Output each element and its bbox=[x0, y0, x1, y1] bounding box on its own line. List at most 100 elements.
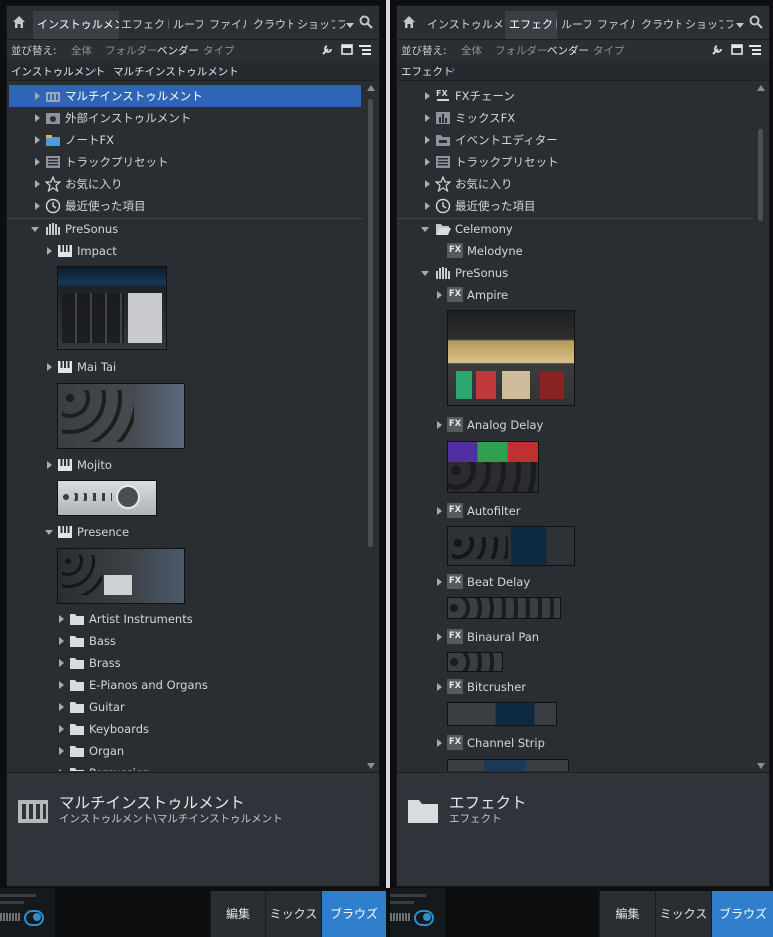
wrench-icon[interactable] bbox=[711, 44, 723, 55]
breadcrumb-chevron-icon: › bbox=[451, 64, 456, 76]
edit-button[interactable]: 編集 bbox=[599, 891, 655, 937]
fx-chain-icon: FX bbox=[436, 89, 449, 101]
plugin-thumbnail-beat-delay[interactable] bbox=[447, 597, 561, 619]
scrollbar[interactable] bbox=[754, 81, 767, 773]
plugin-thumbnail-mojito[interactable] bbox=[57, 480, 157, 516]
multi-instrument-icon bbox=[46, 92, 60, 102]
search-icon[interactable] bbox=[749, 15, 763, 29]
toggle-switch[interactable] bbox=[24, 910, 44, 926]
scroll-down-icon[interactable] bbox=[757, 763, 765, 769]
info-path: インストゥルメント\マルチインストゥルメント bbox=[59, 813, 283, 825]
scrollbar[interactable] bbox=[364, 81, 377, 773]
meter-bar bbox=[390, 894, 426, 897]
list-item-multi-instruments[interactable]: マルチインストゥルメント bbox=[9, 85, 361, 107]
sort-vendor[interactable]: ベンダー bbox=[157, 43, 199, 58]
star-icon bbox=[45, 176, 61, 192]
folder-open-icon bbox=[436, 224, 451, 235]
list-view-icon[interactable] bbox=[749, 44, 761, 55]
level-ticks-icon bbox=[0, 913, 20, 921]
breadcrumb-item-effects[interactable]: エフェクト bbox=[401, 64, 454, 79]
scroll-up-icon[interactable] bbox=[757, 85, 765, 91]
browse-button[interactable]: ブラウズ bbox=[711, 891, 773, 937]
tab-loops[interactable]: ループ bbox=[561, 11, 591, 39]
browse-button[interactable]: ブラウズ bbox=[321, 891, 386, 937]
tab-loops[interactable]: ループ bbox=[173, 11, 203, 39]
tab-overflow[interactable]: フ bbox=[337, 11, 345, 39]
plugin-thumbnail-analog-delay[interactable] bbox=[447, 441, 539, 493]
breadcrumb: インストゥルメント › マルチインストゥルメント › bbox=[7, 61, 379, 81]
performance-meter[interactable] bbox=[0, 888, 55, 937]
toggle-switch[interactable] bbox=[414, 910, 434, 926]
fx-icon: FX bbox=[447, 417, 463, 432]
track-preset-icon bbox=[46, 156, 60, 168]
fx-icon: FX bbox=[447, 574, 463, 589]
event-editor-icon bbox=[436, 135, 450, 146]
plugin-thumbnail-channel-strip[interactable] bbox=[447, 759, 569, 771]
plugin-thumbnail-impact[interactable] bbox=[57, 266, 167, 350]
folder-icon bbox=[70, 680, 84, 691]
browser-list: FX FXチェーン ミックスFX イベントエディター トラックプリセット お気に… bbox=[397, 81, 753, 771]
plugin-thumbnail-bitcrusher[interactable] bbox=[447, 702, 557, 726]
tab-cloud[interactable]: クラウド bbox=[253, 11, 293, 39]
scroll-down-icon[interactable] bbox=[367, 763, 375, 769]
multi-instrument-icon bbox=[18, 800, 48, 823]
tab-instruments[interactable]: インストゥルメント bbox=[33, 11, 119, 39]
scroll-up-icon[interactable] bbox=[367, 85, 375, 91]
plugin-thumbnail-presence[interactable] bbox=[57, 548, 185, 604]
scroll-thumb[interactable] bbox=[368, 99, 373, 547]
plugin-thumbnail-autofilter[interactable] bbox=[447, 526, 575, 566]
meter-bar bbox=[0, 901, 24, 904]
plugin-thumbnail-ampire[interactable] bbox=[447, 310, 575, 406]
window-icon[interactable] bbox=[731, 44, 743, 55]
sort-all[interactable]: 全体 bbox=[71, 43, 92, 58]
info-pane: マルチインストゥルメント インストゥルメント\マルチインストゥルメント bbox=[7, 772, 379, 886]
tab-overflow[interactable]: フ bbox=[725, 11, 733, 39]
fx-icon: FX bbox=[447, 679, 463, 694]
scroll-thumb[interactable] bbox=[758, 129, 763, 221]
sort-all[interactable]: 全体 bbox=[461, 43, 482, 58]
tab-effects[interactable]: エフェクト bbox=[121, 11, 169, 39]
tab-cloud[interactable]: クラウド bbox=[641, 11, 681, 39]
keyboard-icon bbox=[58, 526, 72, 538]
sort-folder[interactable]: フォルダー bbox=[495, 43, 548, 58]
browser-tab-bar: インストゥルメント エフェクト ループ ファイル クラウド ショップ フ bbox=[397, 6, 769, 40]
edit-button[interactable]: 編集 bbox=[210, 891, 265, 937]
mix-button[interactable]: ミックス bbox=[265, 891, 321, 937]
meter-bar bbox=[390, 901, 414, 904]
plugin-thumbnail-mai-tai[interactable] bbox=[57, 383, 185, 449]
tab-instruments[interactable]: インストゥルメント bbox=[427, 11, 505, 39]
folder-icon bbox=[70, 746, 84, 757]
browser-panel-instruments: インストゥルメント エフェクト ループ ファイル クラウド ショップ フ 並び替… bbox=[6, 5, 380, 887]
plugin-thumbnail-binaural-pan[interactable] bbox=[447, 652, 503, 672]
list-view-icon[interactable] bbox=[359, 44, 371, 55]
sort-vendor[interactable]: ベンダー bbox=[547, 43, 589, 58]
tab-dropdown-icon[interactable] bbox=[346, 23, 354, 28]
tab-effects[interactable]: エフェクト bbox=[505, 11, 557, 39]
home-icon[interactable] bbox=[11, 14, 27, 30]
tab-shop[interactable]: ショップ bbox=[297, 11, 335, 39]
tab-shop[interactable]: ショップ bbox=[685, 11, 723, 39]
performance-meter[interactable] bbox=[390, 888, 445, 937]
sort-type[interactable]: タイプ bbox=[203, 43, 235, 58]
bottom-bar: 編集 ミックス ブラウズ 編集 ミックス ブラウズ bbox=[0, 888, 773, 937]
search-icon[interactable] bbox=[359, 15, 373, 29]
window-icon[interactable] bbox=[341, 44, 353, 55]
tab-dropdown-icon[interactable] bbox=[736, 23, 744, 28]
info-path: エフェクト bbox=[449, 813, 502, 825]
presonus-logo-icon bbox=[46, 223, 60, 235]
sort-bar: 並び替え: 全体 フォルダー ベンダー タイプ bbox=[397, 40, 769, 60]
mix-button[interactable]: ミックス bbox=[655, 891, 711, 937]
wrench-icon[interactable] bbox=[321, 44, 333, 55]
track-preset-icon bbox=[436, 156, 450, 168]
breadcrumb-item-instruments[interactable]: インストゥルメント bbox=[11, 64, 105, 79]
fx-icon: FX bbox=[447, 629, 463, 644]
keyboard-icon bbox=[58, 245, 72, 257]
sort-type[interactable]: タイプ bbox=[593, 43, 625, 58]
home-icon[interactable] bbox=[401, 14, 417, 30]
sort-folder[interactable]: フォルダー bbox=[105, 43, 158, 58]
tab-files[interactable]: ファイル bbox=[597, 11, 635, 39]
divider bbox=[7, 218, 363, 219]
folder-blue-icon bbox=[46, 135, 60, 146]
meter-bar bbox=[0, 894, 36, 897]
tab-files[interactable]: ファイル bbox=[209, 11, 247, 39]
